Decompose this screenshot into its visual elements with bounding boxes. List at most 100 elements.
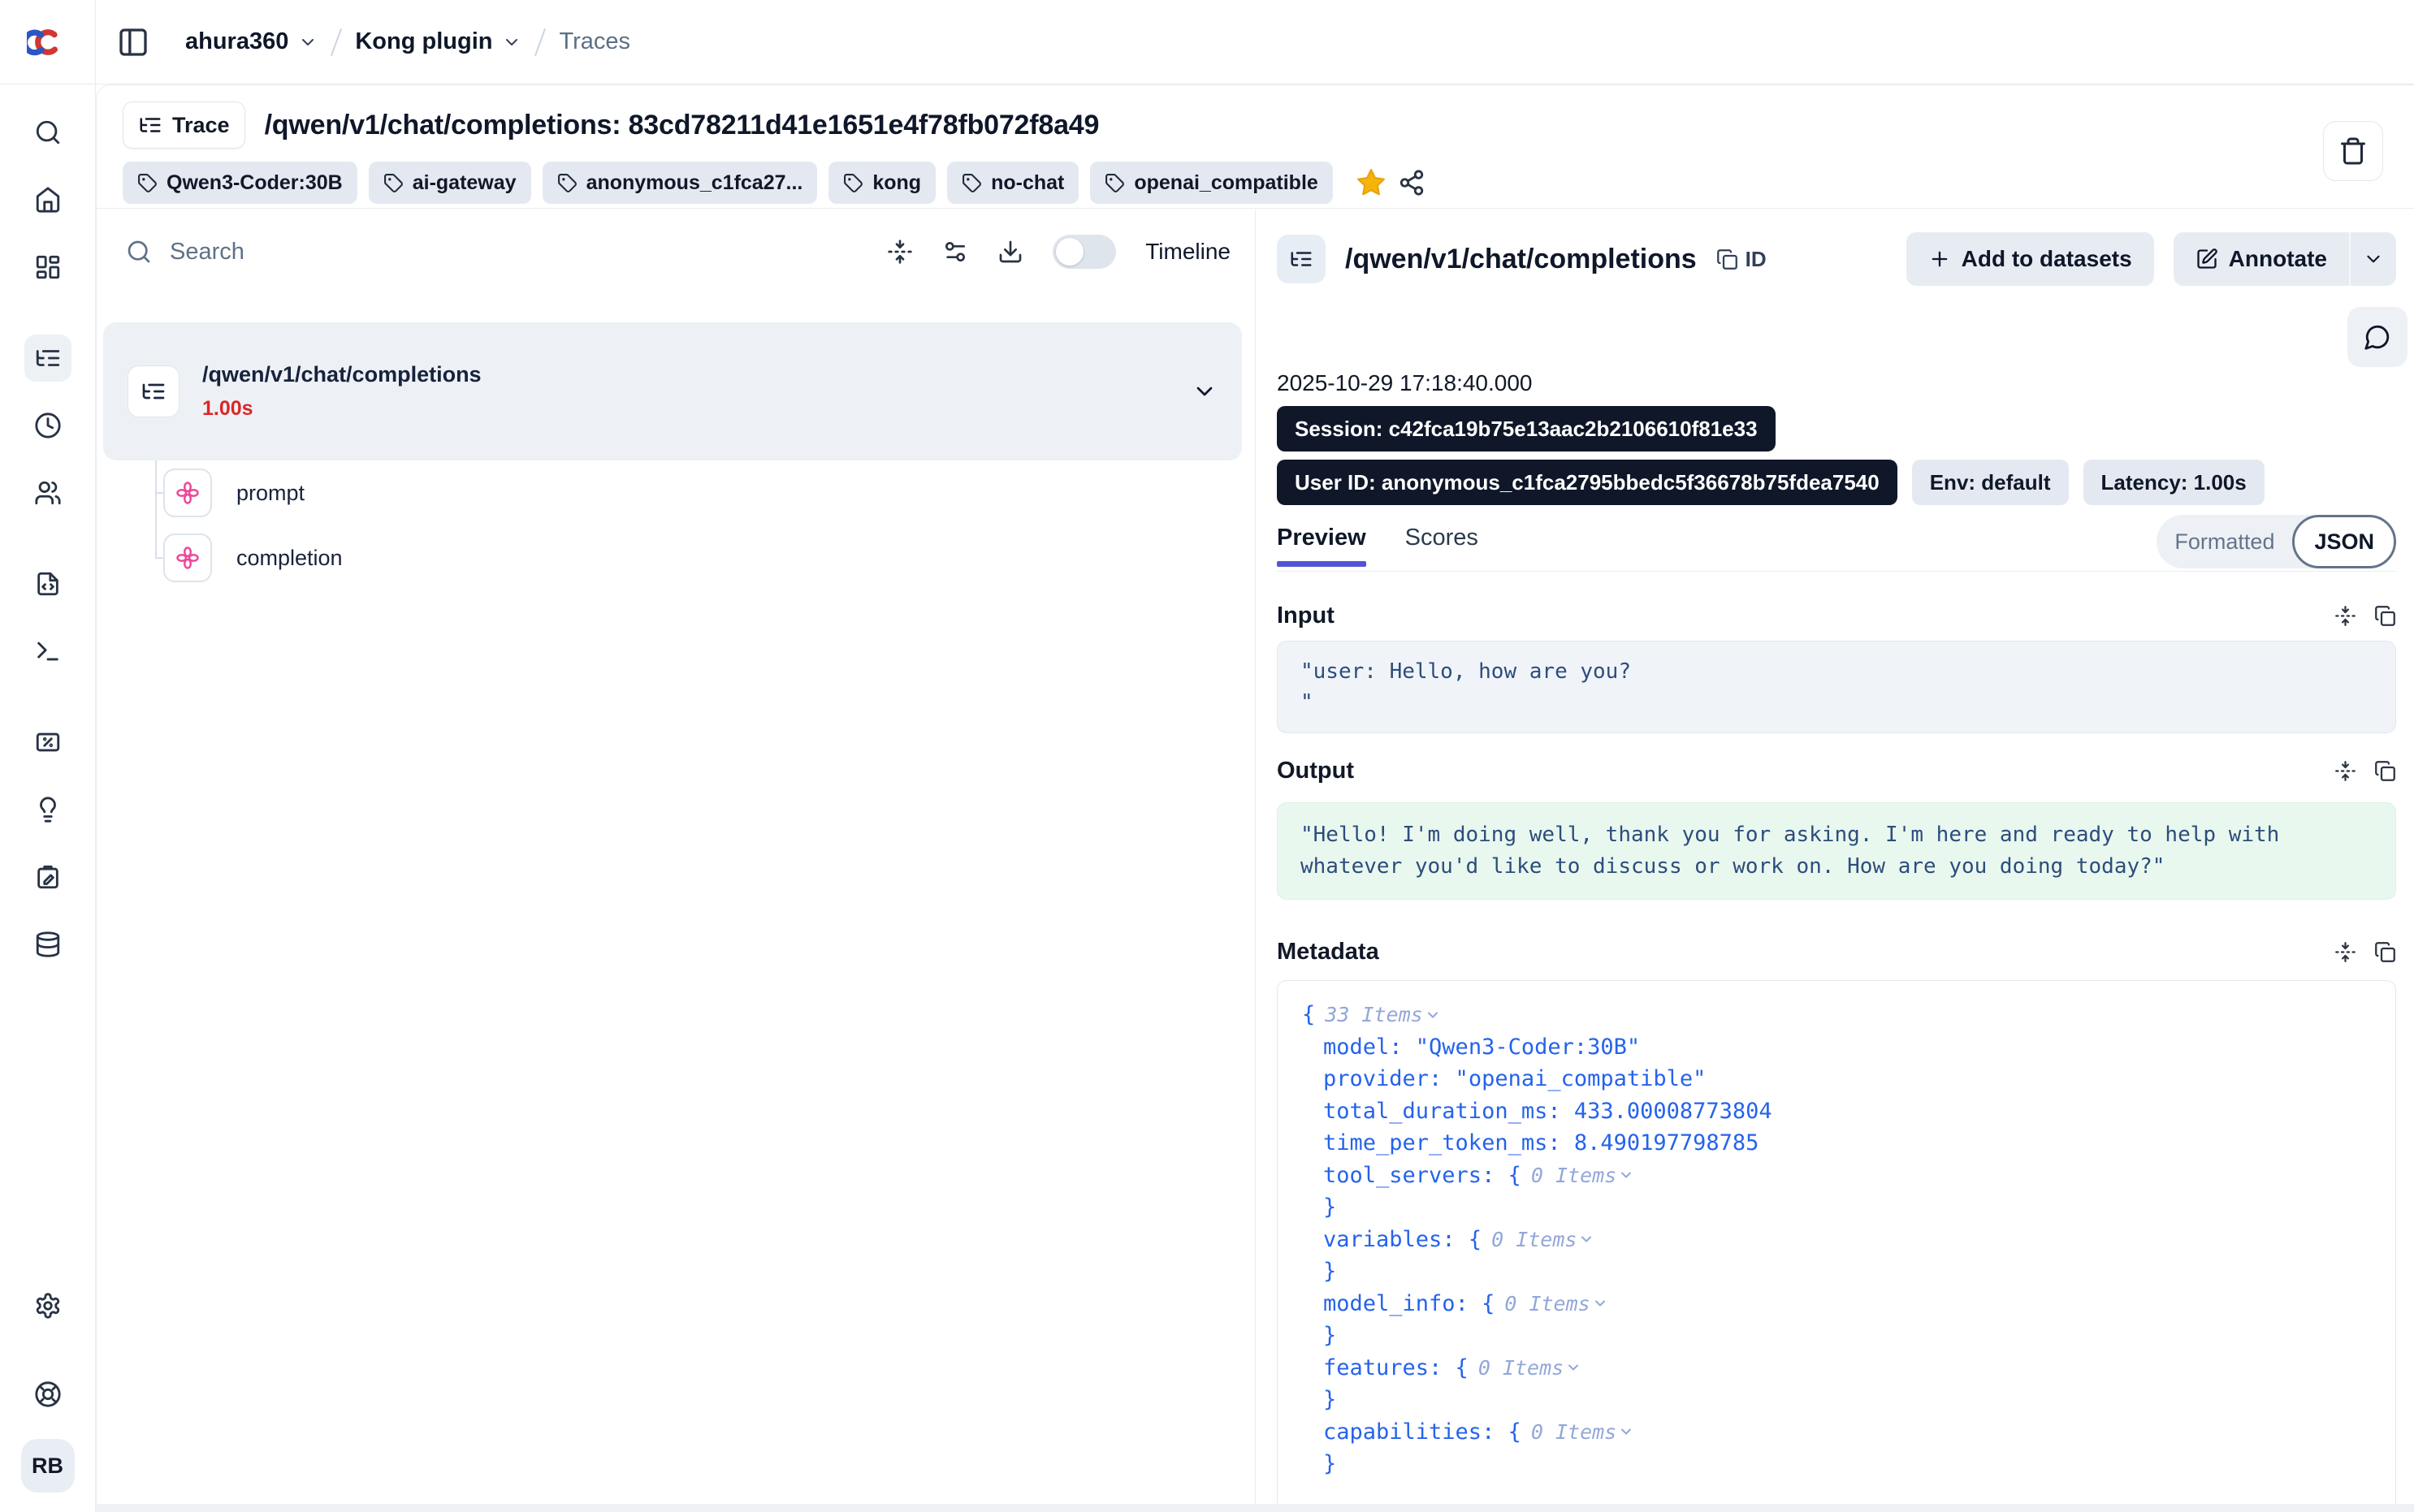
items-count-badge[interactable]: 0 Items: [1504, 1288, 1607, 1320]
items-count-label: 0 Items: [1478, 1352, 1564, 1385]
json-line: {33 Items: [1302, 999, 2371, 1031]
sidebar-item-prompts[interactable]: [24, 560, 71, 607]
sidebar-item-annotation[interactable]: [24, 853, 71, 901]
tree-root-row[interactable]: /qwen/v1/chat/completions 1.00s: [103, 322, 1242, 460]
plus-icon: [1928, 248, 1951, 270]
share-button[interactable]: [1398, 169, 1425, 197]
fold-vertical-icon: [2334, 941, 2356, 963]
tag-icon: [843, 173, 863, 193]
sidebar-item-home[interactable]: [24, 176, 71, 223]
delete-trace-button[interactable]: [2323, 121, 2383, 181]
json-brace: }: [1323, 1191, 1336, 1224]
view-json-option[interactable]: JSON: [2292, 515, 2396, 568]
clock-icon: [34, 412, 62, 439]
json-line: time_per_token_ms: 8.490197798785: [1302, 1127, 2371, 1160]
tab-preview[interactable]: Preview: [1277, 525, 1366, 564]
sidebar-item-search[interactable]: [24, 109, 71, 156]
tree-item-label: completion: [236, 546, 343, 571]
sidebar-item-datasets[interactable]: [24, 921, 71, 968]
output-line: "Hello! I'm doing well, thank you for as…: [1300, 823, 2279, 847]
collapse-section-button[interactable]: [2334, 605, 2356, 627]
lifebuoy-icon: [34, 1380, 62, 1408]
items-count-badge[interactable]: 0 Items: [1531, 1160, 1634, 1192]
sidebar-toggle-button[interactable]: [117, 26, 149, 58]
app-logo[interactable]: [0, 0, 96, 84]
annotate-dropdown-button[interactable]: [2349, 232, 2396, 286]
timeline-toggle[interactable]: [1053, 235, 1116, 269]
sidebar-nav: [24, 109, 71, 968]
tab-scores[interactable]: Scores: [1405, 525, 1478, 564]
tree-item-completion[interactable]: completion: [103, 525, 1242, 590]
output-section-header: Output: [1277, 758, 2396, 784]
breadcrumb-page[interactable]: Traces: [559, 28, 630, 55]
avatar[interactable]: RB: [21, 1439, 75, 1493]
trace-tag[interactable]: no-chat: [947, 162, 1079, 204]
add-to-datasets-button[interactable]: Add to datasets: [1906, 232, 2154, 286]
breadcrumb-project[interactable]: ahura360: [185, 28, 318, 55]
trace-tag[interactable]: openai_compatible: [1090, 162, 1332, 204]
collapse-section-button[interactable]: [2334, 760, 2356, 782]
session-badge[interactable]: Session: c42fca19b75e13aac2b2106610f81e3…: [1277, 406, 1776, 451]
items-count-badge[interactable]: 0 Items: [1478, 1352, 1581, 1385]
search-icon: [34, 119, 62, 146]
bottom-scrollbar-track[interactable]: [96, 1504, 2414, 1512]
copy-button[interactable]: [2374, 941, 2396, 963]
sidebar-item-evaluation[interactable]: [24, 719, 71, 766]
json-line: }: [1302, 1448, 2371, 1480]
latency-badge: Latency: 1.00s: [2083, 460, 2265, 505]
sidebar-item-playground[interactable]: [24, 628, 71, 675]
copy-id-button[interactable]: ID: [1716, 247, 1767, 272]
json-line: }: [1302, 1255, 2371, 1288]
items-count-badge[interactable]: 0 Items: [1491, 1224, 1594, 1256]
chevron-down-icon[interactable]: [1192, 378, 1218, 404]
items-count-badge[interactable]: 33 Items: [1325, 999, 1440, 1031]
env-badge: Env: default: [1912, 460, 2069, 505]
json-brace: }: [1323, 1448, 1336, 1480]
database-icon: [34, 931, 62, 958]
copy-button[interactable]: [2374, 760, 2396, 782]
sidebar-item-sessions[interactable]: [24, 402, 71, 449]
chevron-down-icon: [502, 32, 521, 52]
tree-settings-button[interactable]: [942, 239, 968, 265]
comments-button[interactable]: [2347, 307, 2408, 367]
json-brace: : {: [1482, 1416, 1521, 1449]
copy-button[interactable]: [2374, 605, 2396, 627]
chevron-down-icon: [298, 32, 318, 52]
trace-tag[interactable]: anonymous_c1fca27...: [543, 162, 818, 204]
tag-icon: [962, 173, 982, 193]
detail-title: /qwen/v1/chat/completions: [1345, 244, 1697, 275]
trace-tags-row: Qwen3-Coder:30B ai-gateway anonymous_c1fca…: [123, 162, 2414, 204]
annotate-button[interactable]: Annotate: [2174, 232, 2349, 286]
download-button[interactable]: [997, 239, 1023, 265]
trace-tag-label: anonymous_c1fca27...: [586, 171, 803, 195]
trace-tag-label: ai-gateway: [413, 171, 517, 195]
chevron-down-icon: [1618, 1423, 1634, 1440]
sidebar-item-dashboards[interactable]: [24, 244, 71, 291]
trace-tag[interactable]: Qwen3-Coder:30B: [123, 162, 357, 204]
view-formatted-option[interactable]: Formatted: [2157, 515, 2292, 568]
sidebar-item-llm-judge[interactable]: [24, 786, 71, 833]
sidebar-item-settings[interactable]: [24, 1282, 71, 1329]
home-icon: [34, 186, 62, 214]
output-section-actions: [2334, 760, 2396, 782]
trace-tag[interactable]: kong: [828, 162, 936, 204]
search-input[interactable]: [170, 239, 869, 266]
breadcrumb-section[interactable]: Kong plugin: [355, 28, 521, 55]
bookmark-star-button[interactable]: [1356, 167, 1387, 198]
user-id-badge[interactable]: User ID: anonymous_c1fca2795bbedc5f36678…: [1277, 460, 1897, 505]
json-line: capabilities: {0 Items: [1302, 1416, 2371, 1449]
collapse-section-button[interactable]: [2334, 941, 2356, 963]
json-brace: : {: [1442, 1224, 1482, 1256]
copy-icon: [2374, 760, 2396, 782]
sidebar-item-tracing[interactable]: [24, 335, 71, 382]
sidebar-item-users[interactable]: [24, 469, 71, 516]
chevron-down-icon: [1565, 1359, 1581, 1376]
json-key: total_duration_ms: [1323, 1095, 1547, 1128]
fold-vertical-icon: [2334, 605, 2356, 627]
trace-tag[interactable]: ai-gateway: [369, 162, 531, 204]
star-icon: [1356, 167, 1387, 198]
items-count-badge[interactable]: 0 Items: [1531, 1416, 1634, 1449]
sidebar-item-support[interactable]: [24, 1371, 71, 1418]
tree-item-prompt[interactable]: prompt: [103, 460, 1242, 525]
collapse-all-button[interactable]: [887, 239, 913, 265]
